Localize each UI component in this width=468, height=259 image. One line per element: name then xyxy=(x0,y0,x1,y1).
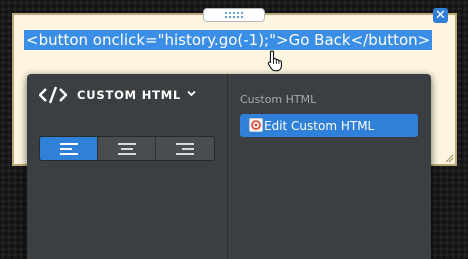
edit-custom-html-button[interactable]: Edit Custom HTML xyxy=(240,114,418,137)
close-button[interactable]: ✕ xyxy=(433,8,448,23)
chevron-down-icon[interactable] xyxy=(187,90,196,97)
align-left-icon xyxy=(59,142,78,155)
custom-html-section-label: Custom HTML xyxy=(240,93,317,106)
alignment-toggle-group xyxy=(39,136,215,161)
drag-handle-icon xyxy=(225,12,227,18)
edit-custom-html-label: Edit Custom HTML xyxy=(264,118,375,133)
drag-handle[interactable] xyxy=(203,8,265,22)
close-icon: ✕ xyxy=(435,8,446,23)
align-center-icon xyxy=(117,142,136,155)
html-code-text[interactable]: <button onclick="history.go(-1);">Go Bac… xyxy=(24,30,433,50)
edit-html-icon xyxy=(249,118,263,132)
code-icon xyxy=(39,86,67,104)
align-center-button[interactable] xyxy=(98,137,156,160)
panel-header[interactable]: CUSTOM HTML xyxy=(39,84,196,106)
panel-title: CUSTOM HTML xyxy=(77,88,182,102)
resize-grip-icon[interactable] xyxy=(445,154,454,163)
hand-pointer-cursor-icon xyxy=(267,50,282,72)
align-right-icon xyxy=(176,142,194,155)
align-left-button[interactable] xyxy=(40,137,98,160)
custom-html-settings-panel: CUSTOM HTML Custom HTML Edit Custom HTML xyxy=(27,74,431,259)
panel-divider xyxy=(227,74,228,259)
align-right-button[interactable] xyxy=(156,137,214,160)
